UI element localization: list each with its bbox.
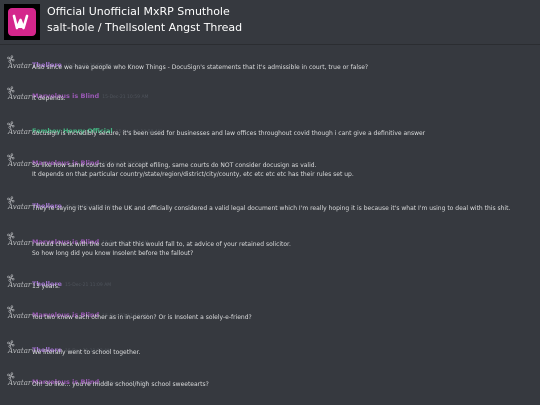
timestamp: 15-Dec-21 10:59 AM — [102, 95, 149, 100]
avatar-alt-text: Avatar — [8, 160, 32, 168]
avatar-alt-text: Avatar — [8, 239, 32, 247]
message-text: Also since we have people who Know Thing… — [32, 64, 369, 71]
avatar[interactable]: ⌘ Avatar — [6, 195, 32, 216]
avatar[interactable]: ⌘ Avatar — [6, 85, 32, 106]
timestamp: 15-Dec-21 11:09 AM — [64, 283, 112, 288]
avatar-alt-text: Avatar — [8, 128, 32, 136]
server-logo-icon[interactable] — [4, 4, 40, 40]
message-list[interactable]: ⌘ Avatar Thellere 15-Dec-21 10:53 AM Also si… — [0, 45, 540, 405]
avatar-alt-text: Avatar — [8, 203, 32, 211]
avatar[interactable]: ⌘ Avatar — [6, 339, 32, 360]
avatar[interactable]: ⌘ Avatar — [6, 231, 32, 252]
avatar[interactable]: ⌘ Avatar — [6, 371, 32, 392]
message-text: You two knew each other as in in-person?… — [32, 314, 252, 321]
message-text: Oh! So like... you're middle school/high… — [32, 381, 209, 388]
message-text: They're saying it's valid in the UK and … — [32, 205, 511, 212]
message-text: It depends on that particular country/st… — [32, 171, 354, 178]
message-text: 13 years. — [32, 283, 60, 290]
channel-header: Official Unofficial MxRP Smuthole salt-h… — [0, 0, 540, 45]
avatar[interactable]: ⌘ Avatar — [6, 120, 32, 141]
avatar[interactable]: ⌘ Avatar — [6, 54, 32, 75]
avatar-alt-text: Avatar — [8, 281, 32, 289]
avatar-alt-text: Avatar — [8, 62, 32, 70]
avatar-alt-text: Avatar — [8, 379, 32, 387]
message-text: It depends. — [32, 95, 66, 102]
avatar[interactable]: ⌘ Avatar — [6, 152, 32, 173]
avatar[interactable]: ⌘ Avatar — [6, 304, 32, 325]
avatar-alt-text: Avatar — [8, 347, 32, 355]
message-text: So how long did you know Insolent before… — [32, 250, 194, 257]
message-text: docusign is incredibly secure, it's been… — [32, 130, 426, 137]
message-text: So like how same courts do not accept ef… — [32, 162, 317, 169]
channel-path: salt-hole / Thellsolent Angst Thread — [47, 21, 243, 34]
message-text: I would check with the court that this w… — [32, 241, 291, 248]
avatar-alt-text: Avatar — [8, 312, 32, 320]
message-text: We literally went to school together. — [32, 349, 141, 356]
server-name: Official Unofficial MxRP Smuthole — [47, 5, 230, 18]
avatar[interactable]: ⌘ Avatar — [6, 273, 32, 294]
w-logo-icon — [8, 8, 36, 36]
avatar-alt-text: Avatar — [8, 93, 32, 101]
